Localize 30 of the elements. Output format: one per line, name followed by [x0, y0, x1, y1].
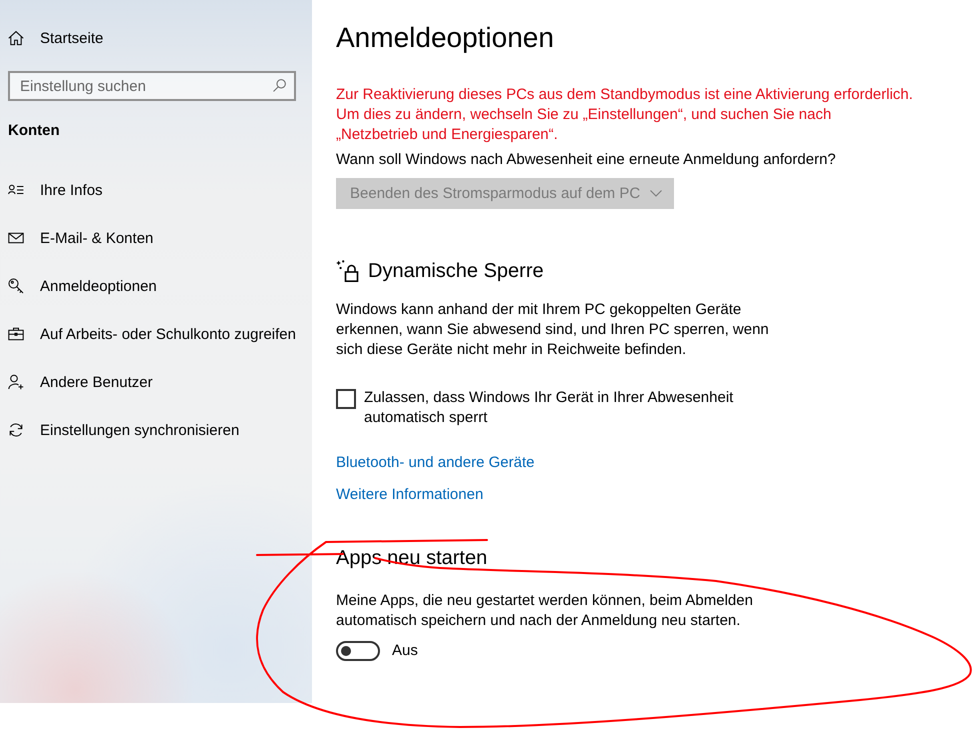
link[interactable]: Weitere Informationen — [336, 485, 484, 505]
question-label: Wann soll Windows nach Abwesenheit eine erneute Anmeldung anfordern? — [336, 150, 836, 170]
nav-item[interactable]: Einstellungen synchronisieren — [8, 406, 240, 454]
home-link[interactable]: Startseite — [8, 14, 104, 62]
section-heading: Dynamische Sperre — [368, 259, 544, 284]
lock-sparkle-icon — [336, 260, 360, 282]
nav-item[interactable]: Andere Benutzer — [8, 358, 153, 406]
description-text: Meine Apps, die neu gestartet werden können, beim Abmelden automatisch speichern und nach der Anmeldung neu starten. — [336, 591, 753, 631]
warning-text: Zur Reaktivierung dieses PCs aus dem Standbymodus ist eine Aktivierung erforderlich. Um dies zu ändern, wechseln Sie zu „Einstellungen“, und suchen Sie nach „Netzbetrieb und Energiesparen“. — [336, 85, 913, 145]
briefcase-icon — [8, 326, 24, 342]
nav-item[interactable]: Ihre Infos — [8, 166, 103, 214]
chevron-down-icon — [650, 190, 662, 197]
nav-item[interactable]: Anmeldeoptionen — [8, 262, 157, 310]
person-add-icon — [8, 374, 24, 390]
toggle-switch[interactable] — [336, 641, 380, 661]
mail-icon — [8, 230, 24, 246]
toggle-state-label: Aus — [392, 641, 418, 661]
search-field[interactable]: Einstellung suchen — [8, 71, 296, 101]
home-icon — [8, 30, 24, 46]
sync-icon — [8, 422, 24, 438]
nav-item[interactable]: Auf Arbeits- oder Schulkonto zugreifen — [8, 310, 296, 358]
search-icon — [273, 79, 286, 92]
section-title: Konten — [8, 121, 60, 141]
description-text: Windows kann anhand der mit Ihrem PC gekoppelten Geräte erkennen, wann Sie abwesend sind, und Ihren PC sperren, wenn sich diese Geräte nicht mehr in Reichweite befinden. — [336, 300, 769, 360]
checkbox[interactable] — [336, 389, 356, 409]
key-icon — [8, 278, 24, 294]
link[interactable]: Bluetooth- und andere Geräte — [336, 453, 534, 473]
checkbox-label[interactable]: Zulassen, dass Windows Ihr Gerät in Ihrer Abwesenheit automatisch sperrt — [364, 388, 734, 428]
nav-item[interactable]: E-Mail- & Konten — [8, 214, 154, 262]
page-title: Anmeldeoptionen — [336, 21, 554, 55]
